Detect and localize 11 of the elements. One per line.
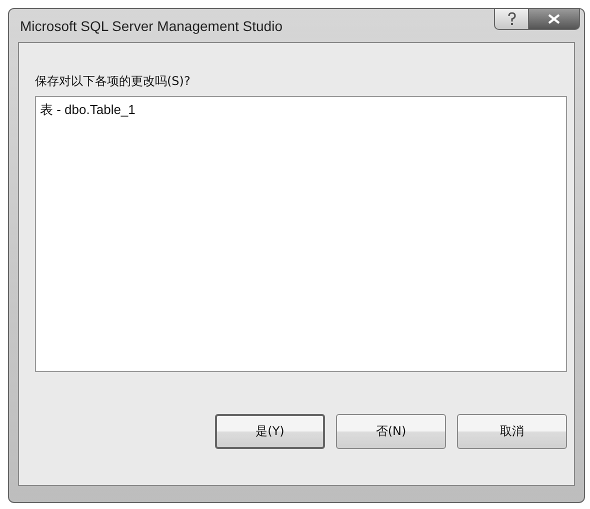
- changes-list[interactable]: 表 - dbo.Table_1: [35, 96, 567, 372]
- close-icon: [548, 14, 560, 24]
- no-button[interactable]: 否(N): [336, 414, 446, 449]
- help-button[interactable]: [494, 8, 529, 30]
- close-button[interactable]: [529, 8, 580, 30]
- window-title: Microsoft SQL Server Management Studio: [20, 18, 282, 34]
- prompt-text: 保存对以下各项的更改吗(S)?: [35, 73, 192, 90]
- cancel-button[interactable]: 取消: [457, 414, 567, 449]
- yes-button[interactable]: 是(Y): [215, 414, 325, 449]
- help-icon: [506, 12, 516, 26]
- list-item[interactable]: 表 - dbo.Table_1: [40, 101, 562, 119]
